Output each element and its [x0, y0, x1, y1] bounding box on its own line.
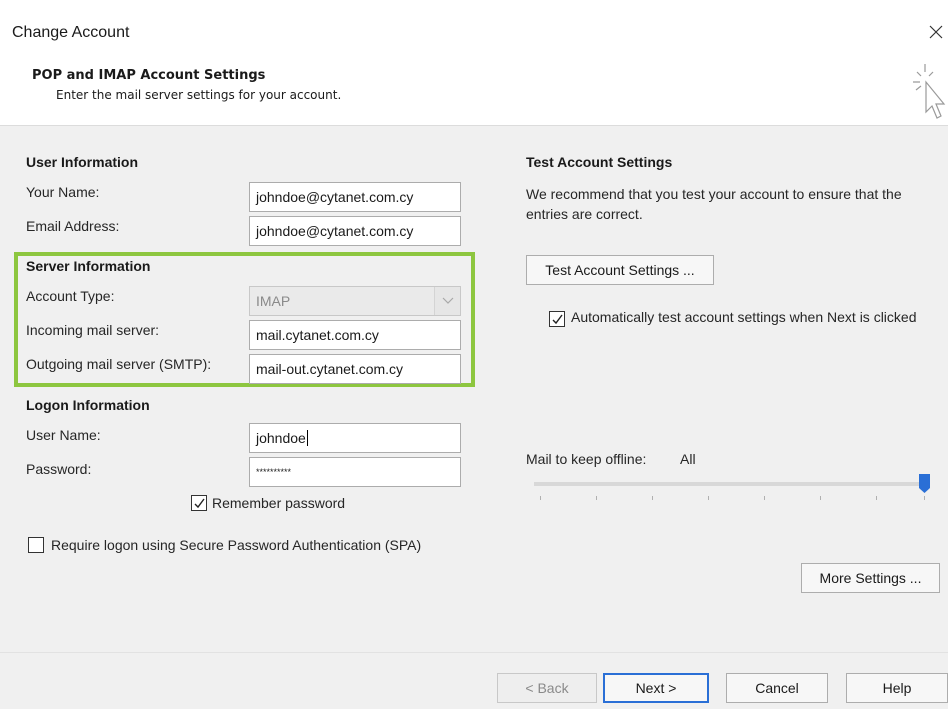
slider-tick [876, 496, 877, 500]
next-button[interactable]: Next > [603, 673, 709, 703]
remember-password-checkbox[interactable] [191, 495, 207, 511]
wizard-cursor-icon [908, 60, 948, 126]
slider-tick [820, 496, 821, 500]
incoming-server-label: Incoming mail server: [26, 322, 160, 338]
account-type-select[interactable]: IMAP [249, 286, 461, 316]
close-icon[interactable] [926, 20, 946, 44]
password-label: Password: [26, 461, 92, 477]
offline-value: All [680, 451, 696, 467]
header-subtitle: Enter the mail server settings for your … [56, 88, 342, 102]
title-bar [0, 0, 948, 56]
cancel-button[interactable]: Cancel [726, 673, 828, 703]
slider-tick [764, 496, 765, 500]
spa-checkbox[interactable] [28, 537, 44, 553]
email-address-label: Email Address: [26, 218, 120, 234]
logon-information-heading: Logon Information [26, 397, 150, 413]
help-button[interactable]: Help [846, 673, 948, 703]
test-account-settings-button[interactable]: Test Account Settings ... [526, 255, 714, 285]
user-name-value: johndoe [256, 430, 306, 446]
your-name-input[interactable]: johndoe@cytanet.com.cy [249, 182, 461, 212]
spa-label: Require logon using Secure Password Auth… [51, 537, 422, 553]
text-caret [306, 430, 308, 446]
back-button[interactable]: < Back [497, 673, 597, 703]
user-name-input[interactable]: johndoe [249, 423, 461, 453]
offline-label: Mail to keep offline: [526, 451, 647, 467]
offline-slider-thumb[interactable] [919, 474, 930, 493]
header-title: POP and IMAP Account Settings [32, 68, 266, 83]
footer-divider [0, 652, 948, 653]
outgoing-server-input[interactable]: mail-out.cytanet.com.cy [249, 354, 461, 384]
slider-tick [596, 496, 597, 500]
your-name-label: Your Name: [26, 184, 100, 200]
slider-tick [652, 496, 653, 500]
offline-slider-track[interactable] [534, 482, 930, 486]
user-information-heading: User Information [26, 154, 139, 170]
outgoing-server-label: Outgoing mail server (SMTP): [26, 356, 212, 372]
chevron-down-icon [434, 287, 460, 315]
slider-tick [540, 496, 541, 500]
email-address-input[interactable]: johndoe@cytanet.com.cy [249, 216, 461, 246]
window-title: Change Account [12, 24, 130, 41]
account-type-label: Account Type: [26, 288, 115, 304]
slider-tick [924, 496, 925, 500]
slider-tick [708, 496, 709, 500]
user-name-label: User Name: [26, 427, 101, 443]
auto-test-checkbox[interactable] [549, 311, 565, 327]
server-information-heading: Server Information [26, 258, 151, 274]
incoming-server-input[interactable]: mail.cytanet.com.cy [249, 320, 461, 350]
more-settings-button[interactable]: More Settings ... [801, 563, 940, 593]
password-input[interactable]: ********** [249, 457, 461, 487]
test-settings-description: We recommend that you test your account … [526, 186, 902, 222]
account-type-value: IMAP [256, 293, 291, 309]
auto-test-label: Automatically test account settings when… [571, 309, 917, 325]
remember-password-label: Remember password [212, 495, 346, 511]
test-settings-heading: Test Account Settings [526, 154, 673, 170]
